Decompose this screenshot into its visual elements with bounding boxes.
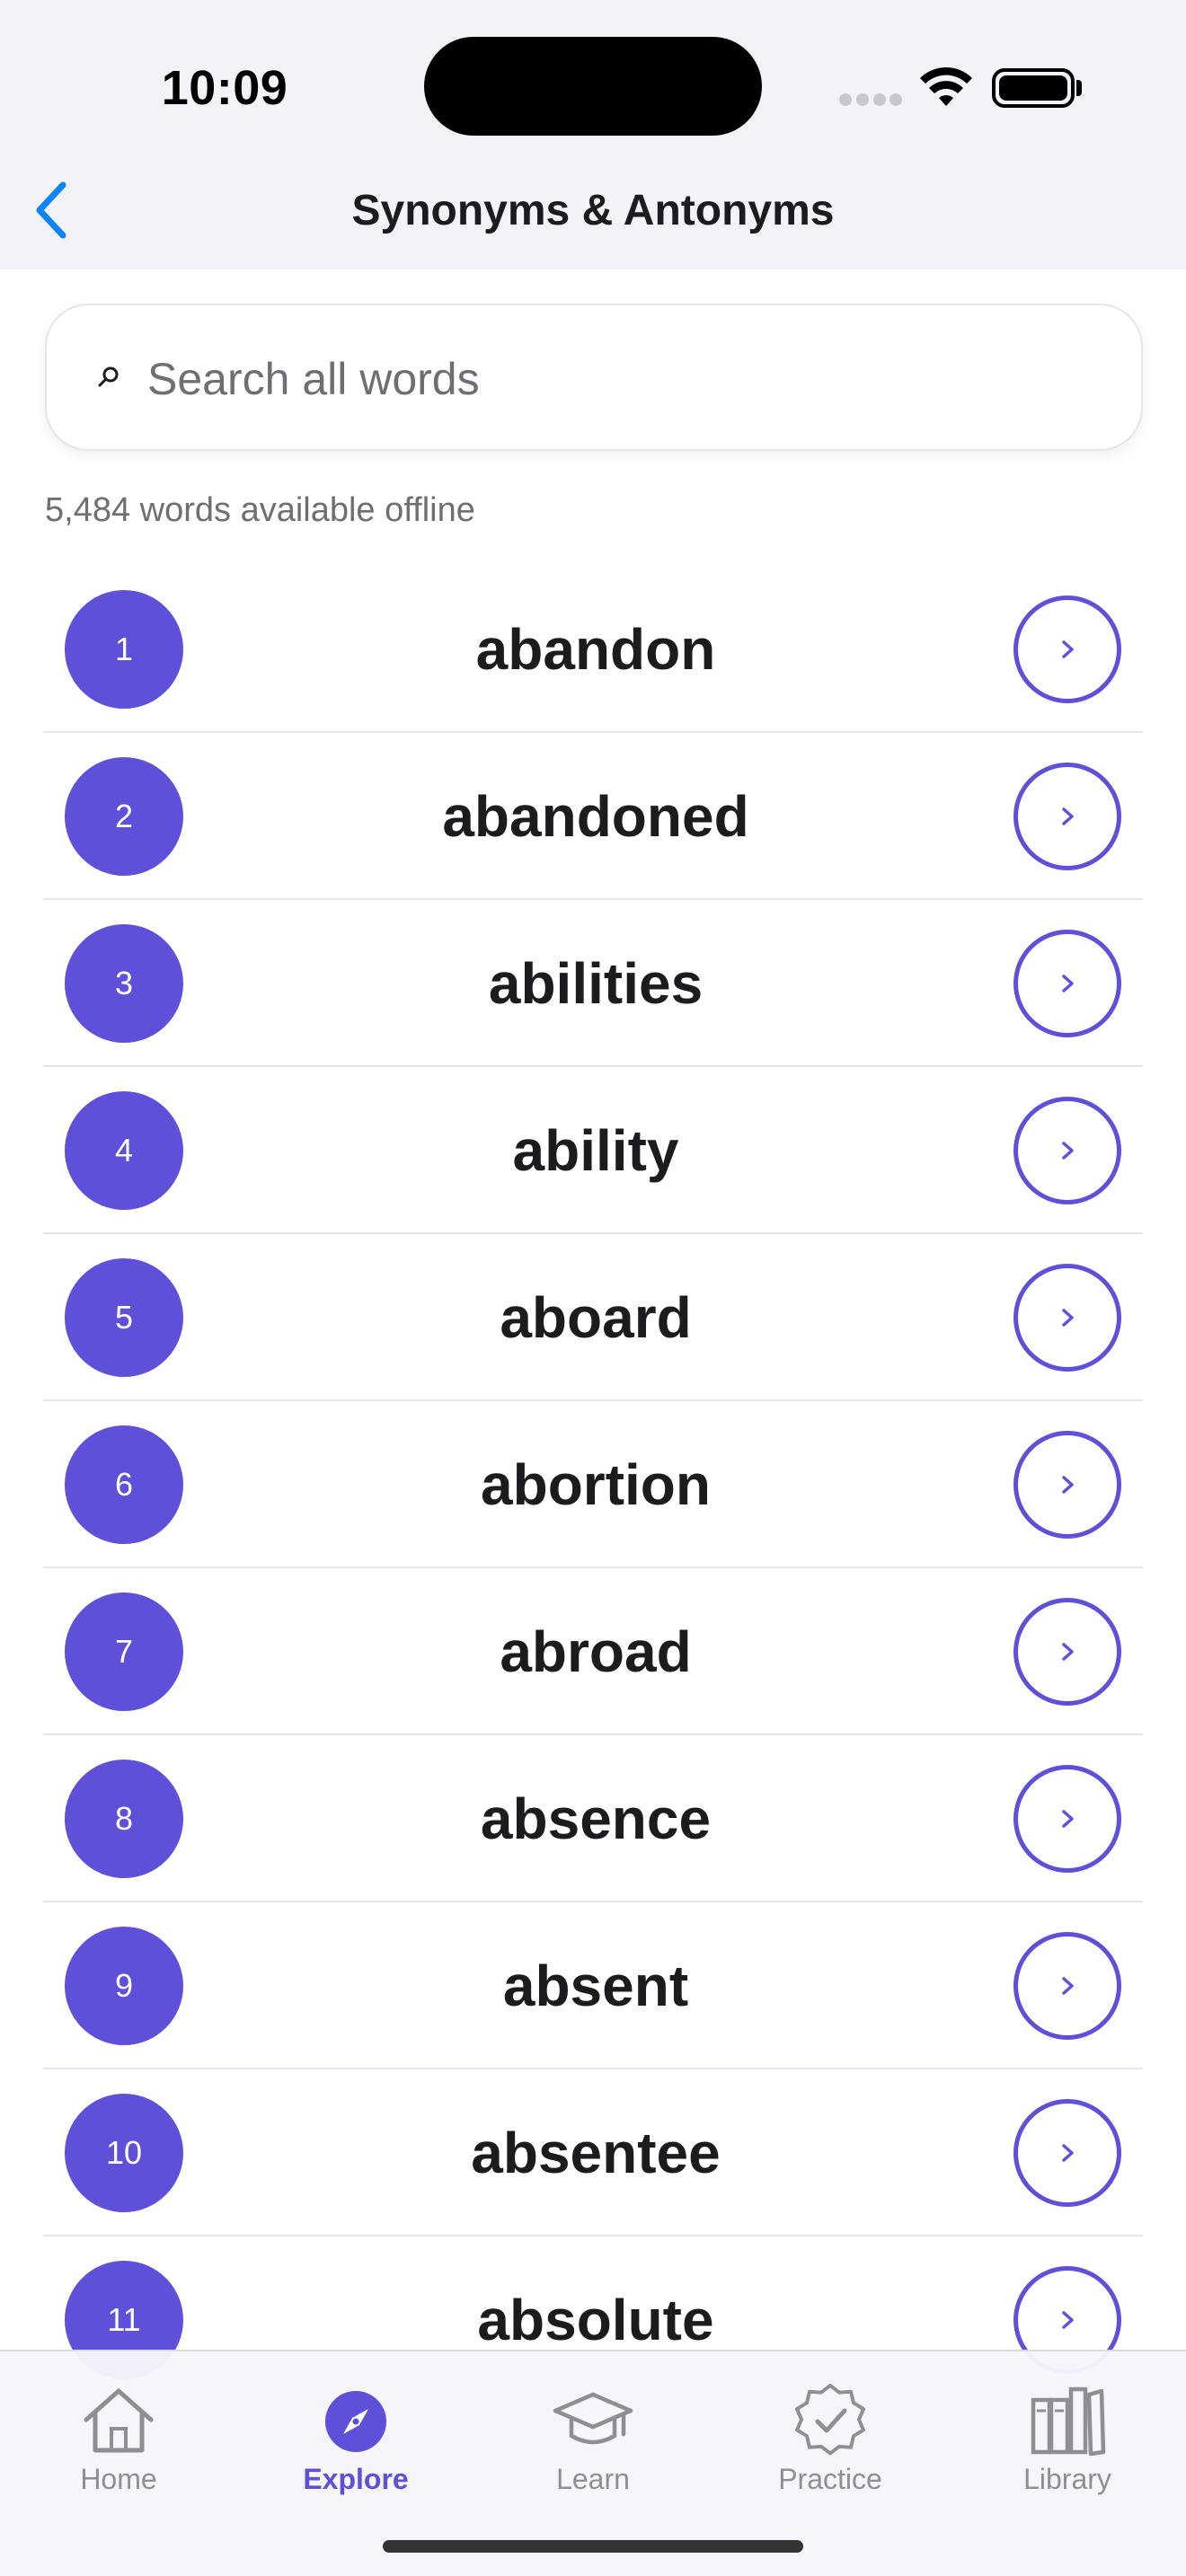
- wifi-icon: [920, 66, 972, 106]
- word-number-badge: 6: [65, 1425, 183, 1544]
- word-number-badge: 2: [65, 757, 183, 876]
- word-number-badge: 9: [65, 1927, 183, 2045]
- word-label: absent: [502, 1954, 689, 2018]
- graduation-cap-icon: [553, 2392, 633, 2445]
- word-row[interactable]: 7 abroad: [43, 1568, 1143, 1735]
- word-label: abilities: [488, 951, 704, 1016]
- battery-icon: [992, 68, 1075, 108]
- cellular-signal-icon: [839, 93, 902, 106]
- tab-practice[interactable]: Practice: [712, 2369, 949, 2504]
- word-label: absentee: [471, 2121, 721, 2185]
- word-number-badge: 7: [65, 1592, 183, 1711]
- open-word-button[interactable]: [1013, 763, 1121, 870]
- word-row[interactable]: 2 abandoned: [43, 733, 1143, 900]
- tab-home[interactable]: Home: [0, 2369, 237, 2504]
- chevron-right-icon: [1062, 1142, 1074, 1160]
- word-row[interactable]: 8 absence: [43, 1735, 1143, 1902]
- tab-label: Practice: [778, 2463, 882, 2495]
- dynamic-island: [424, 37, 762, 136]
- word-row[interactable]: 6 abortion: [43, 1401, 1143, 1568]
- word-row[interactable]: 4 ability: [43, 1067, 1143, 1234]
- open-word-button[interactable]: [1013, 1598, 1121, 1706]
- open-word-button[interactable]: [1013, 1264, 1121, 1372]
- word-row[interactable]: 5 aboard: [43, 1234, 1143, 1401]
- word-label: abroad: [500, 1619, 692, 1684]
- chevron-right-icon: [1062, 1476, 1074, 1494]
- chevron-right-icon: [1062, 2311, 1074, 2329]
- word-number-badge: 4: [65, 1091, 183, 1210]
- word-number-badge: 5: [65, 1258, 183, 1377]
- word-label: abortion: [481, 1452, 711, 1517]
- tab-learn[interactable]: Learn: [474, 2369, 712, 2504]
- word-number-badge: 1: [65, 590, 183, 709]
- word-list: 1 abandon 2 abandoned 3 abilities 4 abil…: [43, 566, 1143, 2404]
- open-word-button[interactable]: [1013, 1431, 1121, 1539]
- search-bar[interactable]: [45, 304, 1143, 451]
- word-count-label: 5,484 words available offline: [45, 491, 475, 529]
- open-word-button[interactable]: [1013, 1932, 1121, 2040]
- open-word-button[interactable]: [1013, 1765, 1121, 1873]
- chevron-right-icon: [1062, 1810, 1074, 1828]
- chevron-left-icon: [36, 181, 66, 239]
- chevron-right-icon: [1062, 1643, 1074, 1661]
- back-button[interactable]: [25, 176, 79, 244]
- header-area: 10:09 Synonyms & Antonyms: [0, 0, 1186, 269]
- word-row[interactable]: 10 absentee: [43, 2069, 1143, 2236]
- screen: 10:09 Synonyms & Antonyms 5,484 words av…: [0, 0, 1186, 2576]
- tab-label: Explore: [303, 2463, 409, 2495]
- chevron-right-icon: [1062, 807, 1074, 825]
- open-word-button[interactable]: [1013, 1097, 1121, 1204]
- open-word-button[interactable]: [1013, 595, 1121, 703]
- word-number-badge: 3: [65, 924, 183, 1043]
- chevron-right-icon: [1062, 1977, 1074, 1995]
- word-number-badge: 8: [65, 1760, 183, 1878]
- chevron-right-icon: [1062, 640, 1074, 658]
- tab-label: Learn: [556, 2463, 630, 2495]
- word-label: ability: [512, 1118, 679, 1183]
- page-title: Synonyms & Antonyms: [351, 187, 835, 234]
- word-row[interactable]: 1 abandon: [43, 566, 1143, 733]
- word-row[interactable]: 3 abilities: [43, 900, 1143, 1067]
- status-time: 10:09: [161, 61, 288, 115]
- word-number-badge: 10: [65, 2094, 183, 2212]
- word-label: abandoned: [442, 784, 749, 849]
- books-icon: [1031, 2386, 1106, 2457]
- search-icon: [98, 366, 119, 387]
- tab-label: Home: [80, 2463, 157, 2495]
- word-label: absolute: [477, 2288, 714, 2352]
- battery-nub: [1076, 80, 1082, 96]
- word-label: aboard: [500, 1285, 692, 1350]
- tab-label: Library: [1023, 2463, 1111, 2495]
- compass-icon: [325, 2391, 386, 2452]
- chevron-right-icon: [1062, 2144, 1074, 2162]
- open-word-button[interactable]: [1013, 2099, 1121, 2207]
- tab-explore[interactable]: Explore: [237, 2369, 474, 2504]
- chevron-right-icon: [1062, 1309, 1074, 1327]
- tab-library[interactable]: Library: [949, 2369, 1186, 2504]
- search-input[interactable]: [147, 341, 1100, 417]
- word-label: absence: [480, 1786, 712, 1851]
- chevron-right-icon: [1062, 975, 1074, 992]
- home-indicator: [383, 2540, 803, 2553]
- check-badge-icon: [795, 2384, 865, 2456]
- word-label: abandon: [475, 617, 716, 682]
- open-word-button[interactable]: [1013, 930, 1121, 1037]
- house-icon: [84, 2388, 154, 2453]
- word-row[interactable]: 9 absent: [43, 1902, 1143, 2069]
